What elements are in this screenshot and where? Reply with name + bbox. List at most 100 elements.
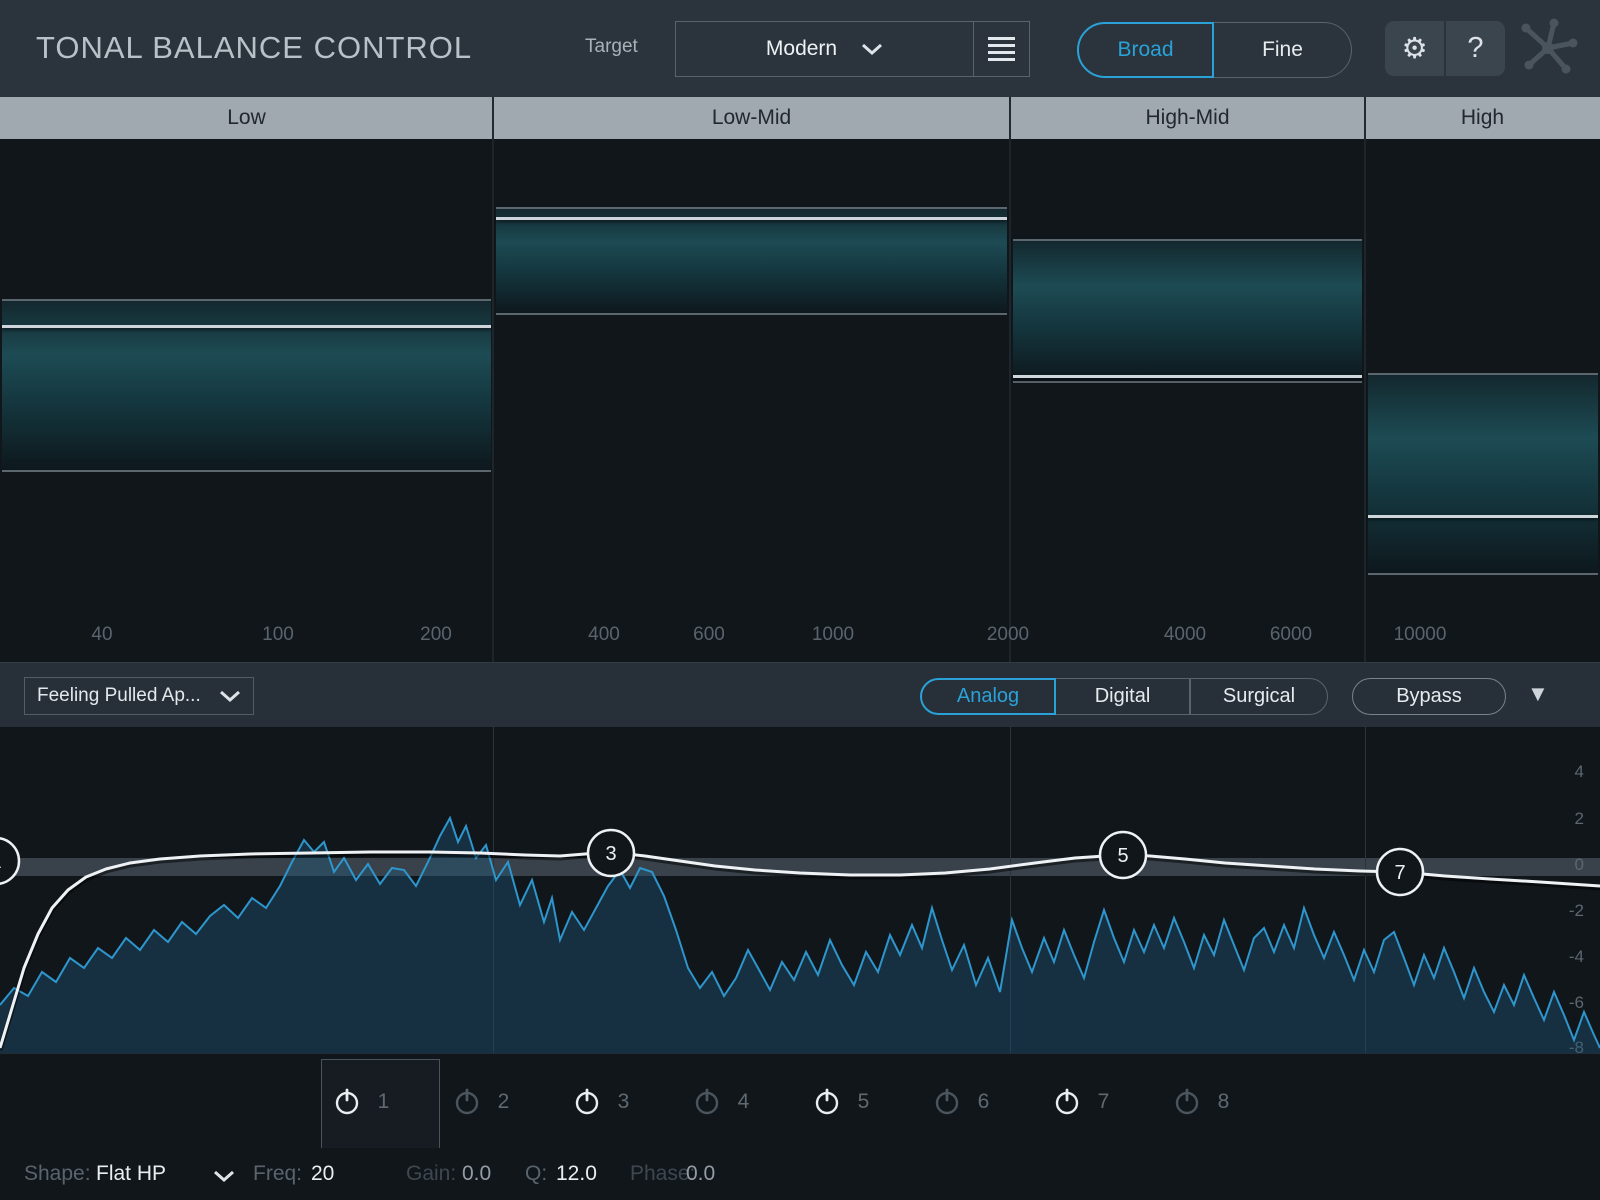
chevron-down-icon	[861, 43, 883, 55]
eq-node-1[interactable]: 1	[0, 838, 19, 884]
freq-value[interactable]: 20	[311, 1162, 334, 1186]
freq-tick-100: 100	[233, 624, 323, 646]
collapse-triangle-icon[interactable]: ▼	[1527, 681, 1549, 707]
freq-tick-200: 200	[391, 624, 481, 646]
eq-node-7[interactable]: 7	[1377, 849, 1423, 895]
target-zone-low-mid	[496, 207, 1007, 315]
topbar: TONAL BALANCE CONTROL Target Modern Broa…	[0, 0, 1600, 97]
freq-tick-10000: 10000	[1375, 624, 1465, 646]
freq-tick-40: 40	[57, 624, 147, 646]
filter-band-number: 8	[1218, 1090, 1230, 1114]
q-label: Q:	[525, 1162, 547, 1186]
broad-button[interactable]: Broad	[1077, 22, 1214, 78]
power-icon	[933, 1088, 961, 1116]
filter-band-button-6[interactable]: 6	[901, 1054, 1021, 1149]
filter-band-button-7[interactable]: 7	[1021, 1054, 1141, 1149]
band-level-line	[496, 217, 1007, 220]
eq-preset-dropdown[interactable]: Feeling Pulled Ap...	[24, 677, 254, 715]
power-icon	[333, 1088, 361, 1116]
gear-icon[interactable]: ⚙	[1385, 21, 1444, 76]
filter-band-number: 6	[978, 1090, 990, 1114]
shape-label: Shape:	[24, 1162, 91, 1186]
filter-band-number: 4	[738, 1090, 750, 1114]
help-button[interactable]: ?	[1446, 21, 1505, 76]
power-icon	[453, 1088, 481, 1116]
filter-band-button-5[interactable]: 5	[781, 1054, 901, 1149]
svg-text:1: 1	[0, 851, 2, 873]
freq-tick-6000: 6000	[1246, 624, 1336, 646]
filter-band-number: 2	[498, 1090, 510, 1114]
filter-band-number: 7	[1098, 1090, 1110, 1114]
power-icon	[1053, 1088, 1081, 1116]
svg-text:3: 3	[605, 843, 616, 865]
band-header-high-mid: High-Mid	[1010, 97, 1365, 139]
page-title: TONAL BALANCE CONTROL	[36, 30, 472, 66]
band-divider	[492, 139, 494, 662]
eq-graph: 420-2-4-6-81357	[0, 727, 1600, 1053]
freq-tick-2000: 2000	[963, 624, 1053, 646]
hamburger-icon	[988, 37, 1015, 40]
filter-band-button-3[interactable]: 3	[541, 1054, 661, 1149]
filter-band-button-4[interactable]: 4	[661, 1054, 781, 1149]
filter-band-number: 1	[378, 1090, 390, 1114]
power-icon	[693, 1088, 721, 1116]
target-preset-value: Modern	[766, 37, 837, 61]
band-header-divider	[1364, 97, 1366, 139]
band-level-line	[1013, 375, 1362, 378]
eq-node-3[interactable]: 3	[588, 830, 634, 876]
settings-group: ⚙ ?	[1385, 21, 1505, 76]
view-toggle: Broad Fine	[1077, 22, 1352, 78]
mode-surgical-button[interactable]: Surgical	[1190, 678, 1328, 715]
freq-label: Freq:	[253, 1162, 302, 1186]
power-icon	[573, 1088, 601, 1116]
band-divider	[1364, 139, 1366, 662]
eq-preset-value: Feeling Pulled Ap...	[37, 685, 201, 707]
svg-text:5: 5	[1117, 845, 1128, 867]
band-header-divider	[492, 97, 494, 139]
freq-tick-1000: 1000	[788, 624, 878, 646]
target-zone-high	[1368, 373, 1598, 575]
q-value[interactable]: 12.0	[556, 1162, 597, 1186]
target-preset-dropdown: Modern	[675, 21, 1030, 77]
eq-toolbar: Feeling Pulled Ap... Analog Digital Surg…	[0, 662, 1600, 727]
target-menu-button[interactable]	[974, 22, 1029, 76]
bypass-button[interactable]: Bypass	[1352, 678, 1506, 715]
gain-value[interactable]: 0.0	[462, 1162, 491, 1186]
chevron-down-icon	[219, 690, 241, 702]
band-level-line	[1368, 515, 1598, 518]
filter-band-selector: 1 2 3 4 5 6 7 8	[0, 1053, 1600, 1148]
shape-value[interactable]: Flat HP	[96, 1162, 166, 1186]
gain-label: Gain:	[406, 1162, 456, 1186]
band-header-high: High	[1365, 97, 1600, 139]
freq-tick-4000: 4000	[1140, 624, 1230, 646]
tonal-balance-control-window: TONAL BALANCE CONTROL Target Modern Broa…	[0, 0, 1600, 1200]
band-level-line	[2, 325, 491, 328]
filter-band-button-1[interactable]: 1	[301, 1054, 421, 1149]
power-icon	[813, 1088, 841, 1116]
band-headers: LowLow-MidHigh-MidHigh	[0, 97, 1600, 139]
band-header-divider	[1009, 97, 1011, 139]
band-header-low: Low	[0, 97, 493, 139]
target-zone-low	[2, 299, 491, 472]
target-label: Target	[585, 36, 638, 58]
svg-text:7: 7	[1394, 862, 1405, 884]
mode-analog-button[interactable]: Analog	[920, 678, 1056, 715]
freq-tick-600: 600	[664, 624, 754, 646]
filter-band-number: 5	[858, 1090, 870, 1114]
phase-value[interactable]: 0.0	[686, 1162, 715, 1186]
fine-button[interactable]: Fine	[1214, 22, 1352, 78]
mode-digital-button[interactable]: Digital	[1056, 678, 1190, 715]
filter-band-button-8[interactable]: 8	[1141, 1054, 1261, 1149]
network-icon[interactable]	[1516, 16, 1580, 78]
chevron-down-icon[interactable]	[213, 1170, 235, 1182]
filter-band-button-2[interactable]: 2	[421, 1054, 541, 1149]
target-preset-select[interactable]: Modern	[676, 22, 973, 76]
band-header-low-mid: Low-Mid	[493, 97, 1010, 139]
eq-plot: 1 3 5 7	[0, 727, 1600, 1053]
freq-tick-400: 400	[559, 624, 649, 646]
filter-band-number: 3	[618, 1090, 630, 1114]
eq-node-5[interactable]: 5	[1100, 832, 1146, 878]
spectrum-display: Crest Factor 401002004006001000200040006…	[0, 139, 1600, 662]
band-divider	[1009, 139, 1011, 662]
filter-parameter-row: Shape: Flat HP Freq: 20 Gain: 0.0 Q: 12.…	[0, 1148, 1600, 1200]
